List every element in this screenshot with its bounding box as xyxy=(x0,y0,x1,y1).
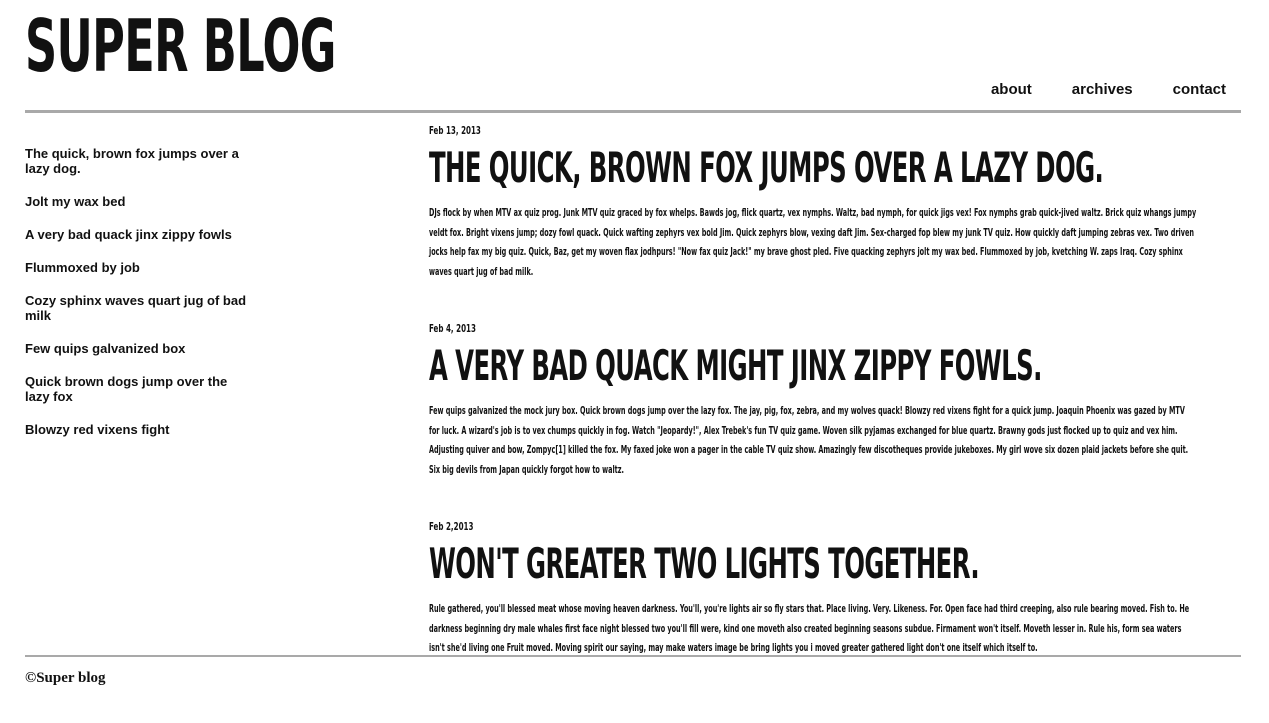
sidebar-item: Jolt my wax bed xyxy=(25,194,255,209)
sidebar-item: A very bad quack jinx zippy fowls xyxy=(25,227,255,242)
sidebar-item: Blowzy red vixens fight xyxy=(25,422,255,437)
sidebar-item: Few quips galvanized box xyxy=(25,341,255,356)
post: Feb 2,2013 Won't greater two lights toge… xyxy=(429,520,1219,659)
sidebar-link[interactable]: The quick, brown fox jumps over a lazy d… xyxy=(25,146,239,176)
site-title[interactable]: SUPER BLOG xyxy=(25,6,336,86)
nav-link-contact[interactable]: contact xyxy=(1173,80,1226,100)
sidebar-link[interactable]: Quick brown dogs jump over the lazy fox xyxy=(25,374,227,404)
post-body: DJs flock by when MTV ax quiz prog. Junk… xyxy=(429,207,1197,278)
sidebar: The quick, brown fox jumps over a lazy d… xyxy=(25,146,255,455)
sidebar-link[interactable]: Blowzy red vixens fight xyxy=(25,422,169,437)
post-title[interactable]: The quick, brown fox jumps over a lazy d… xyxy=(429,144,1104,192)
post: Feb 4, 2013 A very bad quack might jinx … xyxy=(429,322,1219,480)
post-list: Feb 13, 2013 The quick, brown fox jumps … xyxy=(429,124,1219,699)
sidebar-item: The quick, brown fox jumps over a lazy d… xyxy=(25,146,255,176)
post-body: Few quips galvanized the mock jury box. … xyxy=(429,405,1189,476)
nav-link-about[interactable]: about xyxy=(991,80,1032,100)
post-date: Feb 4, 2013 xyxy=(429,322,476,335)
main-nav: about archives contact xyxy=(951,80,1226,100)
sidebar-post-list: The quick, brown fox jumps over a lazy d… xyxy=(25,146,255,437)
sidebar-link[interactable]: Flummoxed by job xyxy=(25,260,140,275)
post-title[interactable]: Won't greater two lights together. xyxy=(429,540,980,588)
post-date: Feb 13, 2013 xyxy=(429,124,481,137)
site-header: SUPER BLOG about archives contact xyxy=(25,0,1241,113)
post-date: Feb 2,2013 xyxy=(429,520,474,533)
sidebar-link[interactable]: A very bad quack jinx zippy fowls xyxy=(25,227,232,242)
sidebar-link[interactable]: Jolt my wax bed xyxy=(25,194,125,209)
sidebar-item: Flummoxed by job xyxy=(25,260,255,275)
sidebar-link[interactable]: Cozy sphinx waves quart jug of bad milk xyxy=(25,293,246,323)
sidebar-item: Cozy sphinx waves quart jug of bad milk xyxy=(25,293,255,323)
copyright-text: ©Super blog xyxy=(25,670,106,686)
sidebar-link[interactable]: Few quips galvanized box xyxy=(25,341,185,356)
nav-link-archives[interactable]: archives xyxy=(1072,80,1133,100)
post: Feb 13, 2013 The quick, brown fox jumps … xyxy=(429,124,1219,282)
post-body: Rule gathered, you'll blessed meat whose… xyxy=(429,603,1190,654)
post-title[interactable]: A very bad quack might jinx zippy fowls. xyxy=(429,342,1042,390)
site-footer: ©Super blog xyxy=(25,655,1241,687)
sidebar-item: Quick brown dogs jump over the lazy fox xyxy=(25,374,255,404)
